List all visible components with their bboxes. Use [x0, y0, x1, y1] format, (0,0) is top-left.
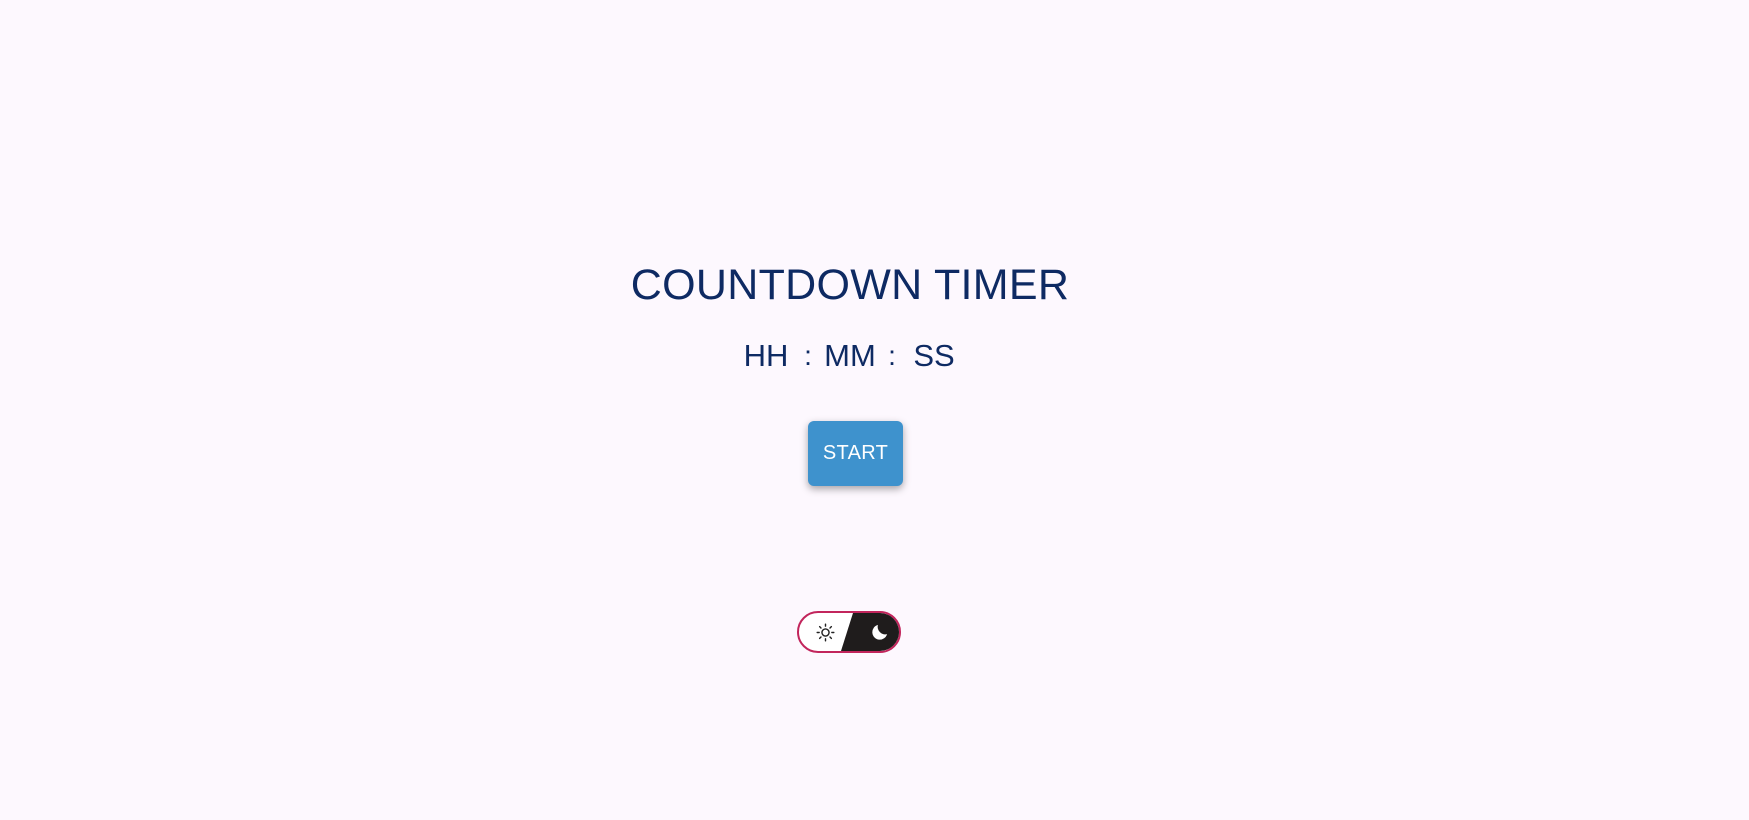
minutes-input[interactable] [823, 336, 877, 376]
start-button[interactable]: START [808, 421, 903, 486]
page-title: COUNTDOWN TIMER [630, 260, 1070, 309]
moon-icon [870, 622, 890, 642]
hours-input[interactable] [739, 336, 793, 376]
theme-toggle[interactable] [797, 611, 901, 653]
time-separator: : [804, 340, 812, 371]
sun-icon [816, 623, 835, 642]
time-input-group: : : [0, 334, 1700, 378]
time-separator: : [888, 340, 896, 371]
seconds-input[interactable] [907, 336, 961, 376]
